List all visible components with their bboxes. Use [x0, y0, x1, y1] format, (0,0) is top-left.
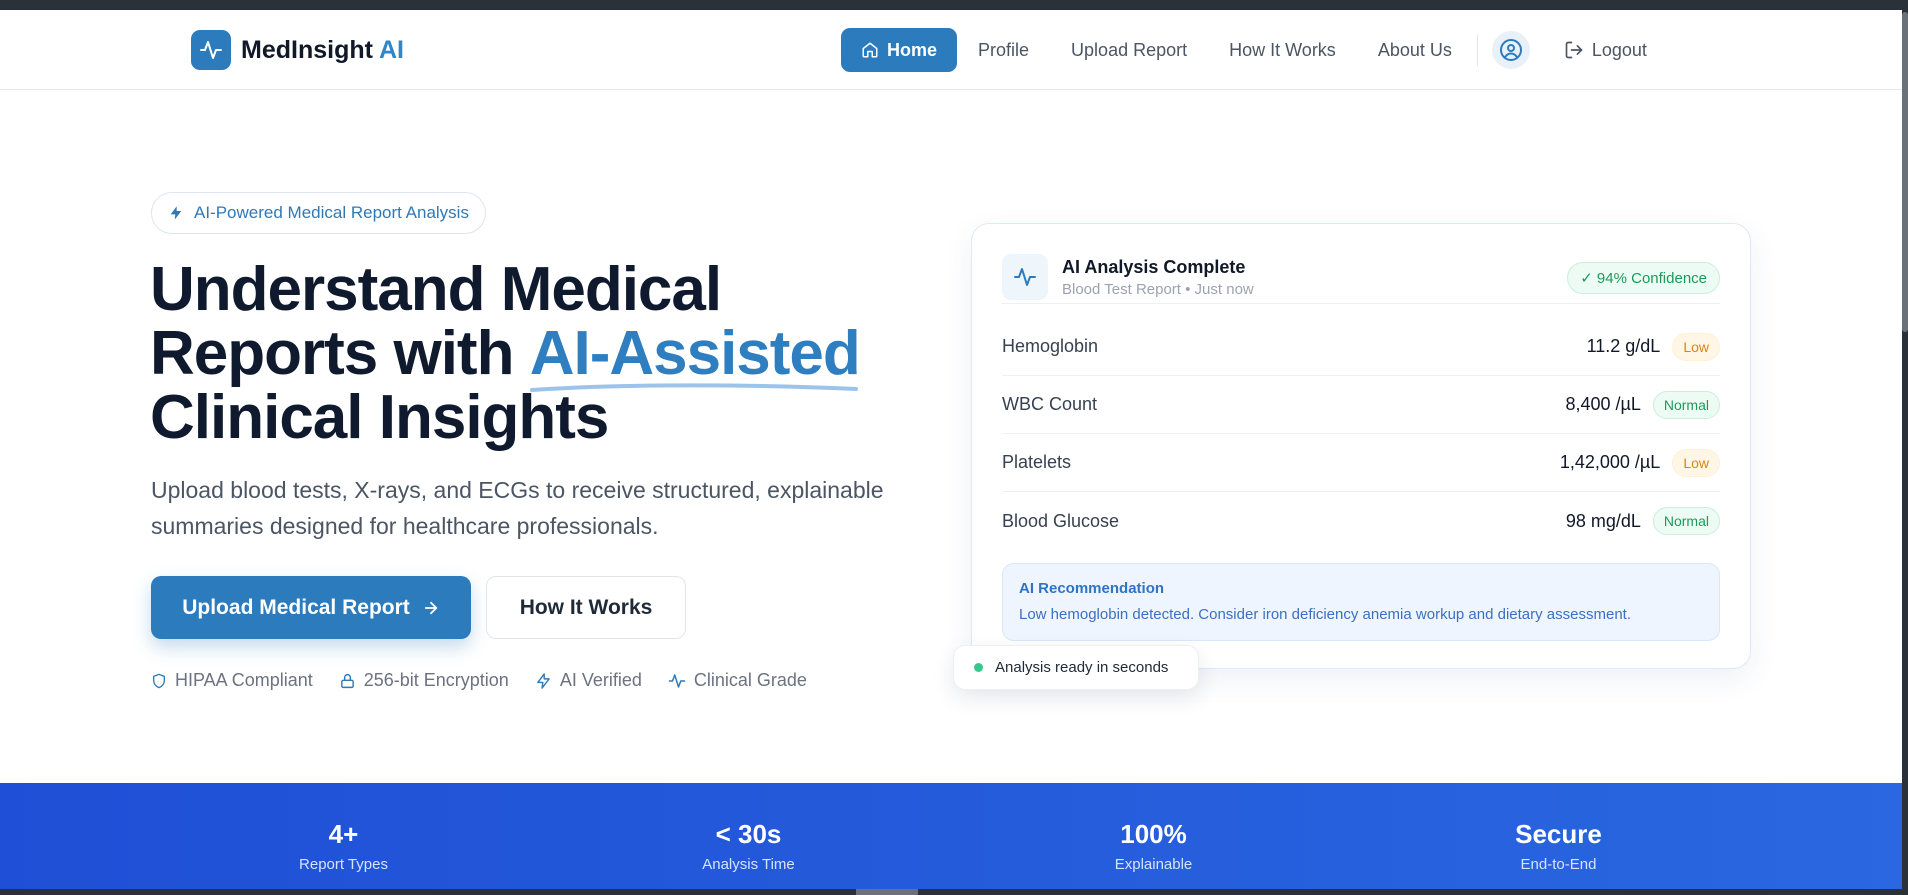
stats-bar: 4+ Report Types < 30s Analysis Time 100%…: [0, 783, 1902, 889]
hero-title-accent: AI-Assisted: [529, 322, 861, 392]
confidence-badge: ✓ 94% Confidence: [1567, 262, 1720, 294]
lock-icon: [340, 673, 354, 688]
analysis-preview-card: AI Analysis Complete Blood Test Report •…: [971, 223, 1751, 669]
logo-text: MedInsight AI: [241, 35, 404, 64]
nav-how-it-works-link[interactable]: How It Works: [1208, 28, 1357, 72]
how-it-works-button[interactable]: How It Works: [486, 576, 686, 639]
trust-encryption: 256-bit Encryption: [339, 670, 509, 691]
card-title: AI Analysis Complete: [1062, 257, 1246, 277]
lightning-outline-icon: [536, 672, 550, 689]
status-badge: Normal: [1652, 390, 1720, 419]
pulse-icon: [668, 673, 686, 688]
horizontal-scrollbar-thumb[interactable]: [856, 889, 918, 895]
status-badge: Low: [1672, 332, 1720, 361]
pulse-card-icon: [1002, 254, 1048, 300]
recommendation-title: AI Recommendation: [1019, 580, 1165, 597]
result-row: WBC Count 8,400 /µL Normal: [1002, 376, 1720, 434]
lightning-icon: [170, 206, 182, 220]
stat-item: 100% Explainable: [1114, 819, 1193, 873]
home-icon: [862, 42, 878, 58]
trust-hipaa: HIPAA Compliant: [151, 670, 313, 691]
main-nav: Home Profile Upload Report How It Works …: [841, 28, 1661, 72]
nav-home-button[interactable]: Home: [841, 28, 958, 72]
card-header: AI Analysis Complete Blood Test Report •…: [1002, 254, 1720, 304]
browser-viewport: MedInsight AI Home Profile Upload Report…: [0, 10, 1902, 889]
hero-badge: AI-Powered Medical Report Analysis: [151, 192, 486, 234]
recommendation-text: Low hemoglobin detected. Consider iron d…: [1019, 606, 1632, 623]
status-dot-icon: [974, 663, 983, 672]
user-circle-icon: [1499, 39, 1522, 61]
vertical-scrollbar-thumb[interactable]: [1902, 12, 1908, 332]
logout-icon: [1565, 41, 1583, 59]
result-row: Platelets 1,42,000 /µL Low: [1002, 434, 1720, 492]
logout-button[interactable]: Logout: [1550, 28, 1661, 72]
nav-about-us-link[interactable]: About Us: [1357, 28, 1473, 72]
result-row: Hemoglobin 11.2 g/dL Low: [1002, 318, 1720, 376]
trust-ai-verified: AI Verified: [535, 670, 642, 691]
upload-medical-report-button[interactable]: Upload Medical Report: [151, 576, 471, 639]
user-avatar-button[interactable]: [1491, 31, 1530, 69]
analysis-ready-pill: Analysis ready in seconds: [953, 645, 1199, 690]
trust-indicators: HIPAA Compliant 256-bit Encryption AI Ve…: [151, 670, 807, 691]
stat-item: Secure End-to-End: [1515, 819, 1602, 873]
shield-icon: [153, 673, 165, 688]
nav-profile-link[interactable]: Profile: [957, 28, 1050, 72]
result-row: Blood Glucose 98 mg/dL Normal: [1002, 492, 1720, 550]
card-meta: Blood Test Report • Just now: [1062, 281, 1254, 298]
nav-upload-report-link[interactable]: Upload Report: [1050, 28, 1208, 72]
trust-clinical-grade: Clinical Grade: [668, 670, 807, 691]
navbar: MedInsight AI Home Profile Upload Report…: [0, 10, 1902, 90]
hero-title: Understand Medical Reports with AI-Assis…: [150, 255, 861, 452]
horizontal-scrollbar[interactable]: [0, 889, 1908, 895]
nav-divider: [1476, 34, 1478, 66]
results-list: Hemoglobin 11.2 g/dL Low WBC Count 8,400…: [1002, 318, 1720, 550]
pulse-logo-icon: [191, 30, 231, 70]
logo[interactable]: MedInsight AI: [191, 30, 404, 70]
arrow-right-icon: [424, 601, 437, 614]
status-badge: Normal: [1652, 507, 1720, 535]
status-badge: Low: [1672, 448, 1720, 477]
ai-recommendation-box: AI Recommendation Low hemoglobin detecte…: [1002, 563, 1720, 641]
stat-item: 4+ Report Types: [299, 819, 388, 873]
stat-item: < 30s Analysis Time: [702, 819, 795, 873]
hero-subtitle: Upload blood tests, X-rays, and ECGs to …: [151, 477, 884, 539]
underline-decoration: [529, 383, 858, 392]
